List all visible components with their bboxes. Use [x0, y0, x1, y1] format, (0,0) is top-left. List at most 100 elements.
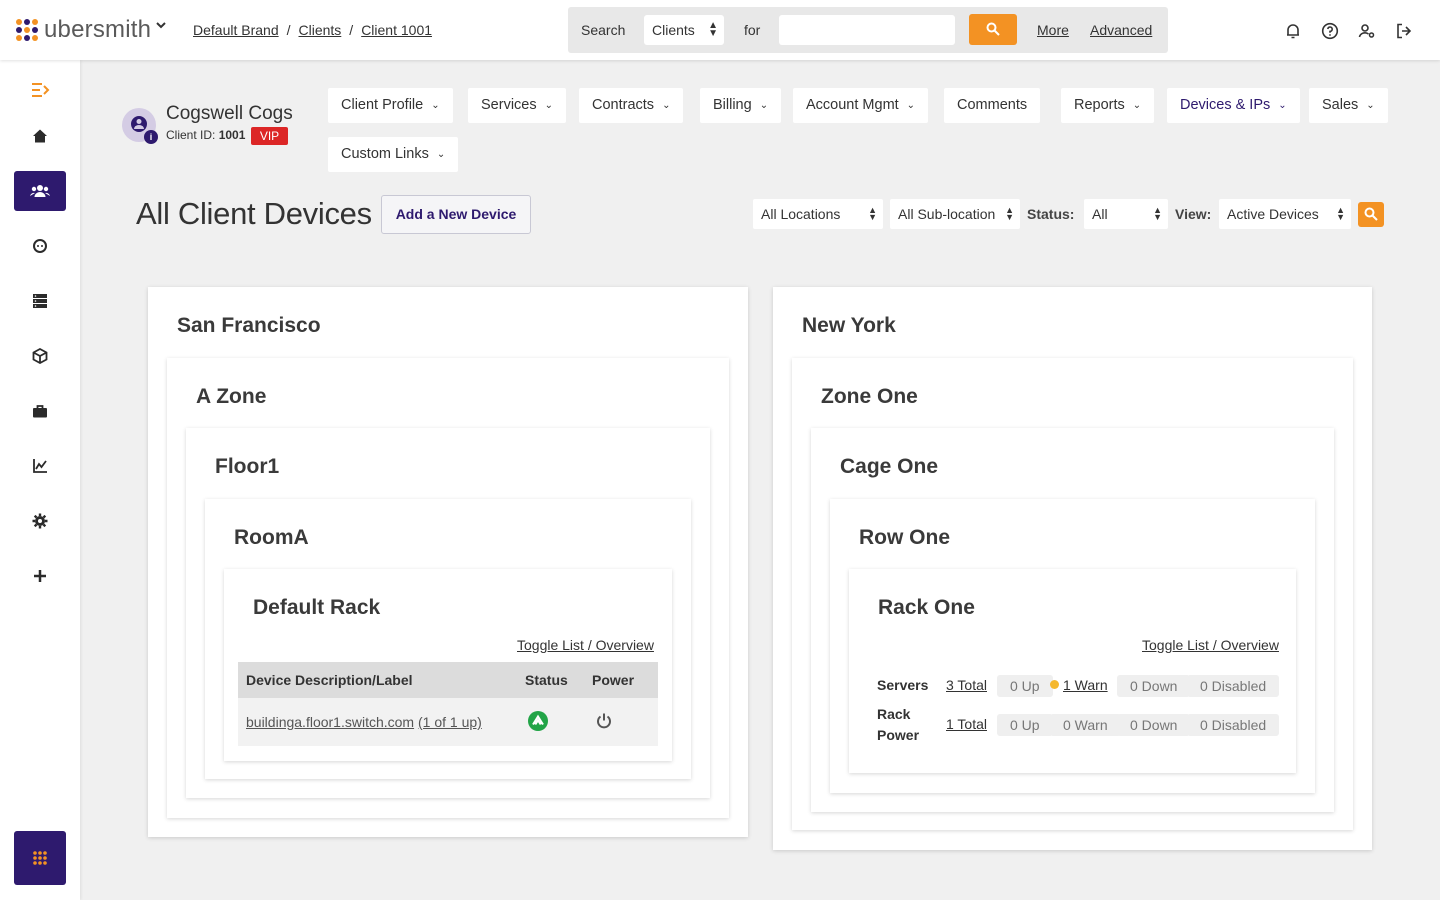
device-link[interactable]: buildinga.floor1.switch.com [246, 714, 414, 730]
select-arrows-icon: ▲ ▼ [1336, 205, 1345, 222]
cube-icon [32, 348, 48, 364]
servers-up-count: 0 Up [997, 675, 1053, 697]
sidebar-item-reports[interactable] [14, 446, 66, 486]
help-icon[interactable] [1321, 22, 1339, 40]
sidebar-item-clients[interactable] [14, 171, 66, 211]
logo-dot [24, 19, 30, 25]
tab-account-mgmt[interactable]: Account Mgmt ⌄ [793, 88, 929, 123]
tab-sales[interactable]: Sales ⌄ [1309, 88, 1388, 123]
client-avatar[interactable]: i [122, 108, 158, 144]
status-select[interactable]: All ▲ ▼ [1084, 199, 1168, 229]
breadcrumb-client[interactable]: Client 1001 [361, 22, 432, 38]
table-row: buildinga.floor1.switch.com (1 of 1 up) [238, 698, 658, 746]
brand-menu-chevron-icon[interactable] [155, 18, 167, 34]
client-id: Client ID: 1001 [166, 128, 246, 142]
column-header: Power [584, 662, 658, 698]
tab-comments[interactable]: Comments [944, 88, 1041, 123]
sidebar-item-home[interactable] [14, 116, 66, 156]
sublocation-select[interactable]: All Sub-location ▲ ▼ [890, 199, 1020, 229]
servers-warn-link[interactable]: 1 Warn [1050, 677, 1108, 693]
servers-total-link[interactable]: 3 Total [946, 677, 987, 693]
rack-power-up-count: 0 Up [997, 714, 1053, 736]
more-search-link[interactable]: More [1037, 22, 1069, 38]
brand-logo[interactable]: ubersmith [16, 16, 151, 44]
device-table: Device Description/Label Status Power bu… [238, 662, 658, 746]
tab-devices-ips[interactable]: Devices & IPs ⌄ [1167, 88, 1300, 123]
select-arrows-icon: ▲ ▼ [708, 20, 718, 39]
tab-services[interactable]: Services ⌄ [468, 88, 566, 123]
search-for-label: for [744, 22, 761, 38]
chevron-down-icon: ⌄ [906, 100, 916, 111]
servers-label: Servers [877, 677, 929, 693]
search-scope-select[interactable]: Clients ▲ ▼ [644, 15, 724, 45]
tab-reports[interactable]: Reports ⌄ [1061, 88, 1155, 123]
tab-billing[interactable]: Billing ⌄ [700, 88, 782, 123]
add-device-button[interactable]: Add a New Device [381, 195, 531, 234]
floor-title: Floor1 [215, 455, 280, 478]
filter-search-button[interactable] [1358, 202, 1384, 227]
server-icon [33, 294, 47, 308]
chevron-down-icon: ⌄ [1278, 100, 1287, 111]
chevron-down-icon: ⌄ [544, 100, 553, 111]
breadcrumb-brand[interactable]: Default Brand [193, 22, 279, 38]
bell-icon[interactable] [1284, 22, 1302, 40]
collapse-menu-button[interactable] [14, 70, 66, 110]
sidebar-item-settings[interactable] [14, 501, 66, 541]
device-count-link[interactable]: (1 of 1 up) [418, 714, 482, 730]
search-input[interactable] [779, 15, 955, 45]
rack-power-total-link[interactable]: 1 Total [946, 716, 987, 732]
sidebar-item-support[interactable] [14, 226, 66, 266]
chevron-down-icon: ⌄ [436, 149, 446, 160]
rack-power-warn-count: 0 Warn [1050, 714, 1121, 736]
logout-icon[interactable] [1395, 22, 1413, 40]
toggle-list-overview-link[interactable]: Toggle List / Overview [517, 637, 654, 653]
power-icon[interactable] [595, 712, 613, 730]
client-name: Cogswell Cogs [166, 103, 293, 124]
logo-dot [24, 27, 30, 33]
top-bar: ubersmith Default Brand / Clients / Clie… [0, 0, 1440, 60]
rack-title: Default Rack [253, 596, 381, 619]
search-bar: Search Clients ▲ ▼ for More Advanced [568, 7, 1168, 53]
breadcrumb-clients[interactable]: Clients [299, 22, 342, 38]
chevron-down-icon: ⌄ [759, 100, 769, 111]
top-icons [1284, 22, 1413, 40]
search-button[interactable] [969, 14, 1017, 45]
breadcrumb: Default Brand / Clients / Client 1001 [193, 22, 433, 38]
tab-custom-links[interactable]: Custom Links ⌄ [328, 137, 459, 172]
tab-contracts[interactable]: Contracts ⌄ [579, 88, 684, 123]
zone-title: Zone One [821, 385, 918, 408]
logo-dot [32, 35, 38, 41]
sidebar-item-sales[interactable] [14, 391, 66, 431]
logo-dot [24, 35, 30, 41]
sidebar-item-add[interactable] [14, 556, 66, 596]
sidebar-item-products[interactable] [14, 336, 66, 376]
sidebar [0, 60, 80, 900]
chevron-down-icon: ⌄ [1132, 100, 1142, 111]
tab-client-profile[interactable]: Client Profile ⌄ [328, 88, 453, 123]
info-icon: i [144, 130, 158, 144]
warn-dot-icon [1050, 680, 1059, 689]
status-filter-label: Status: [1027, 206, 1075, 222]
logo-dot [16, 35, 22, 41]
cage-title: Cage One [840, 455, 939, 478]
rack-power-down-count: 0 Down [1117, 714, 1191, 736]
select-arrows-icon: ▲ ▼ [868, 205, 877, 222]
location-title: San Francisco [177, 314, 321, 337]
user-settings-icon[interactable] [1358, 22, 1376, 40]
search-icon [1364, 207, 1378, 221]
status-up-icon[interactable] [528, 710, 548, 731]
sidebar-item-devices[interactable] [14, 281, 66, 321]
brand-name: ubersmith [44, 16, 152, 43]
grid-dots-icon [33, 851, 47, 865]
toggle-list-overview-link[interactable]: Toggle List / Overview [1142, 637, 1279, 653]
chevron-down-icon: ⌄ [662, 100, 671, 111]
location-select[interactable]: All Locations ▲ ▼ [753, 199, 883, 229]
app-launcher-button[interactable] [14, 831, 66, 885]
servers-disabled-count: 0 Disabled [1187, 675, 1280, 697]
gear-icon [32, 513, 48, 529]
advanced-search-link[interactable]: Advanced [1090, 22, 1152, 38]
servers-down-count: 0 Down [1117, 675, 1191, 697]
rack-title: Rack One [878, 596, 975, 619]
view-select[interactable]: Active Devices ▲ ▼ [1219, 199, 1351, 229]
chevron-down-icon: ⌄ [1366, 100, 1375, 111]
